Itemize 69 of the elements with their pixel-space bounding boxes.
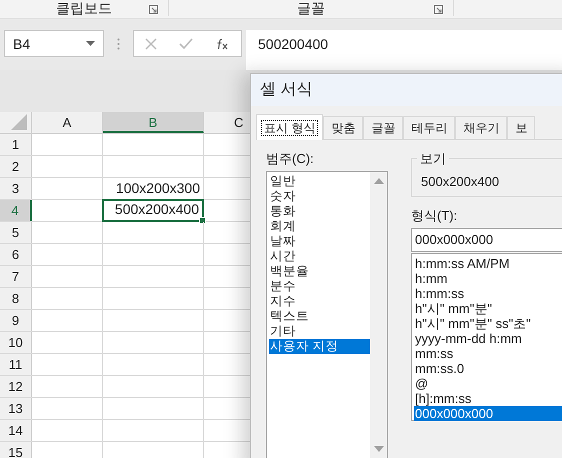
row-header[interactable]: 8 [0,288,32,309]
format-item[interactable]: 000x000x000 [414,406,562,421]
format-item[interactable]: [h]:mm:ss [414,391,562,406]
row-header[interactable]: 2 [0,156,32,177]
row-header[interactable]: 14 [0,420,32,441]
caret-icon [86,41,95,46]
row-header[interactable]: 5 [0,222,32,243]
dialog-title: 셀 서식 [251,74,562,106]
select-all-icon[interactable] [11,114,27,130]
row-header[interactable]: 12 [0,376,32,397]
row-header[interactable]: 10 [0,332,32,353]
cell-text: 500x200x400 [102,199,204,222]
row-header[interactable]: 15 [0,442,32,458]
row-header[interactable]: 1 [0,134,32,155]
category-item[interactable]: 시간 [269,249,370,264]
category-item[interactable]: 기타 [269,324,370,339]
format-item[interactable]: mm:ss.0 [414,361,562,376]
tab[interactable]: 표시 형식 [256,114,324,140]
category-item[interactable]: 지수 [269,294,370,309]
format-input[interactable]: 000x000x000 [411,228,562,252]
column-header[interactable]: B [103,112,204,133]
format-list[interactable]: h:mm:ss AM/PM h:mm h:mm:ss h"시" mm"분" h"시" mm"분" ss"초" yyyy-mm-dd h:mm mm:ss mm:ss.0 @ [h]:mm:ss 000x000x000 [411,253,562,421]
category-list[interactable]: 일반 숫자 통화 회계 날짜 시간 백분율 분수 지수 텍스트 기타 사용자 지정 [266,171,388,458]
cell-text: 100x200x300 [114,179,201,198]
preview-label: 보기 [417,150,449,168]
dialog-launcher-icon[interactable] [434,5,443,14]
row-header[interactable]: 6 [0,244,32,265]
ribbon-group-label: 클립보드 [56,0,112,16]
tab[interactable]: 보 [507,116,536,139]
tab[interactable]: 맞춤 [323,116,364,139]
cancel-icon[interactable] [145,38,158,50]
format-item[interactable]: yyyy-mm-dd h:mm [414,331,562,346]
tab[interactable]: 테두리 [403,116,456,139]
format-item[interactable]: @ [414,376,562,391]
scroll-up-icon[interactable] [374,178,384,184]
ribbon-group-label: 글꼴 [297,0,325,16]
format-item[interactable]: h:mm:ss [414,286,562,301]
row-header[interactable]: 7 [0,266,32,287]
category-item[interactable]: 통화 [269,204,370,219]
category-item[interactable]: 백분율 [269,264,370,279]
tab[interactable]: 글꼴 [363,116,404,139]
category-item[interactable]: 텍스트 [269,309,370,324]
format-item[interactable]: h"시" mm"분" [414,301,562,316]
category-label: 범주(C): [266,150,315,168]
format-item[interactable]: h"시" mm"분" ss"초" [414,316,562,331]
category-item[interactable]: 일반 [269,174,370,189]
row-header[interactable]: 11 [0,354,32,375]
row-header[interactable]: 9 [0,310,32,331]
format-item[interactable]: mm:ss [414,346,562,361]
checkmark-icon[interactable] [179,38,194,49]
dialog-launcher-icon[interactable] [149,5,158,14]
format-item[interactable]: h:mm [414,271,562,286]
category-item[interactable]: 회계 [269,219,370,234]
format-item[interactable]: h:mm:ss AM/PM [414,256,562,271]
row-header[interactable]: 3 [0,178,32,199]
category-item[interactable]: 분수 [269,279,370,294]
row-header[interactable]: 4 [0,200,32,221]
category-item[interactable]: 숫자 [269,189,370,204]
category-item[interactable]: 날짜 [269,234,370,249]
more-options-icon[interactable] [117,38,120,50]
name-box[interactable]: B4 [4,30,104,57]
formula-input[interactable]: 500200400 [246,30,562,70]
insert-function-icon[interactable] [216,38,230,50]
category-item[interactable]: 사용자 지정 [269,339,370,354]
scroll-down-icon[interactable] [374,446,384,452]
row-header[interactable]: 13 [0,398,32,419]
tab[interactable]: 채우기 [455,116,508,139]
format-label: 형식(T): [411,207,458,225]
preview-value: 500x200x400 [421,174,500,188]
